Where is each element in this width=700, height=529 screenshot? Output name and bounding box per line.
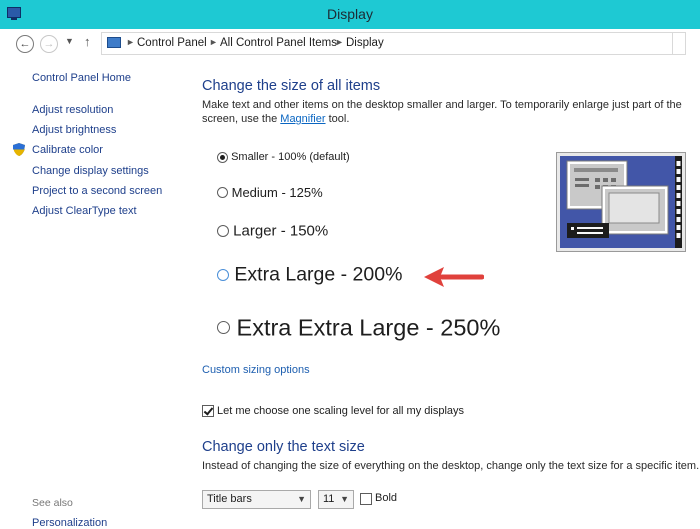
chevron-right-icon[interactable]: ► (335, 37, 344, 47)
magnifier-link[interactable]: Magnifier (280, 113, 325, 125)
option-label: Smaller - 100% (default) (231, 151, 350, 164)
sidebar-item-adjust-cleartype[interactable]: Adjust ClearType text (32, 205, 137, 217)
font-size-value: 11 (323, 493, 335, 505)
sidebar-item-change-display-settings[interactable]: Change display settings (32, 165, 149, 177)
chevron-down-icon: ▼ (340, 494, 349, 504)
custom-sizing-options-link[interactable]: Custom sizing options (202, 364, 310, 376)
scaling-preview-image (556, 152, 686, 252)
title-bar: Display (0, 0, 700, 30)
shield-icon (13, 143, 25, 156)
back-arrow-icon[interactable]: ← (16, 35, 34, 53)
up-arrow-icon[interactable]: ↑ (84, 34, 91, 49)
radio-button[interactable] (217, 151, 228, 163)
section-heading-text-size: Change only the text size (202, 439, 365, 455)
control-panel-icon (107, 37, 121, 48)
radio-button[interactable] (217, 268, 229, 281)
chevron-right-icon[interactable]: ► (209, 37, 218, 47)
option-label: Larger - 150% (233, 222, 329, 240)
sidebar-item-personalization[interactable]: Personalization (32, 517, 107, 529)
text-size-description: Instead of changing the size of everythi… (202, 460, 700, 472)
navigation-bar: ← → ▼ ↑ ► Control Panel ► All Control Pa… (0, 29, 700, 59)
recent-locations-chevron-icon[interactable]: ▼ (65, 36, 74, 46)
bold-checkbox-label: Bold (375, 492, 398, 504)
font-size-dropdown[interactable]: 11 ▼ (318, 490, 354, 509)
annotation-arrow-icon (424, 267, 484, 287)
option-medium[interactable]: Medium - 125% (217, 184, 323, 200)
option-larger[interactable]: Larger - 150% (217, 222, 328, 240)
sidebar-item-project-second-screen[interactable]: Project to a second screen (32, 185, 162, 197)
radio-button[interactable] (217, 225, 229, 238)
radio-button[interactable] (217, 321, 230, 335)
option-extra-extra-large[interactable]: Extra Extra Large - 250% (217, 313, 500, 341)
forward-arrow-icon[interactable]: → (40, 35, 58, 53)
option-smaller[interactable]: Smaller - 100% (default) (217, 151, 350, 163)
address-bar[interactable]: ► Control Panel ► All Control Panel Item… (101, 32, 686, 55)
item-dropdown[interactable]: Title bars ▼ (202, 490, 311, 509)
sidebar-control-panel-home[interactable]: Control Panel Home (32, 72, 131, 84)
chevron-down-icon: ▼ (297, 494, 306, 504)
sidebar-item-adjust-resolution[interactable]: Adjust resolution (32, 104, 113, 116)
description-text-end: tool. (325, 113, 350, 125)
sidebar: Control Panel Home Adjust resolution Adj… (0, 59, 195, 529)
breadcrumb-display[interactable]: Display (346, 37, 384, 49)
sidebar-item-calibrate-color[interactable]: Calibrate color (32, 144, 103, 156)
radio-button[interactable] (217, 187, 228, 199)
breadcrumb-all-items[interactable]: All Control Panel Items (220, 37, 337, 49)
window-title: Display (327, 6, 373, 22)
option-extra-large[interactable]: Extra Large - 200% (217, 263, 402, 286)
breadcrumb-control-panel[interactable]: Control Panel (137, 37, 207, 49)
scaling-checkbox-label: Let me choose one scaling level for all … (217, 405, 465, 417)
address-dropdown[interactable] (672, 33, 685, 54)
bold-checkbox[interactable] (360, 493, 372, 505)
section-heading-size-all-items: Change the size of all items (202, 78, 381, 94)
see-also-label: See also (32, 497, 73, 509)
option-label: Extra Extra Large - 250% (236, 314, 501, 341)
description-text: Make text and other items on the desktop… (202, 99, 682, 125)
size-description: Make text and other items on the desktop… (202, 98, 682, 126)
option-label: Medium - 125% (231, 185, 323, 201)
option-label: Extra Large - 200% (234, 263, 403, 286)
item-dropdown-value: Title bars (207, 493, 252, 505)
scaling-checkbox[interactable] (202, 405, 214, 417)
chevron-right-icon[interactable]: ► (126, 37, 135, 47)
sidebar-item-adjust-brightness[interactable]: Adjust brightness (32, 124, 116, 136)
